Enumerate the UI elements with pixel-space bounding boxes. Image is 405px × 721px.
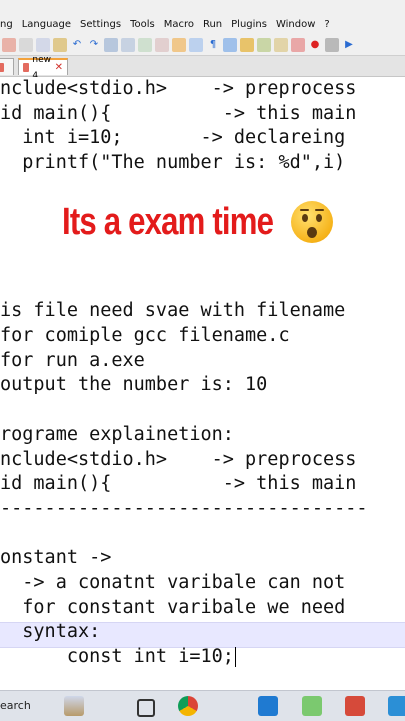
vscode-icon[interactable] [258, 696, 278, 716]
play-icon[interactable]: ▶ [342, 38, 356, 52]
code-line[interactable]: -> a conatnt varibale can not [0, 571, 345, 595]
close-tab-icon[interactable]: ✕ [55, 60, 63, 76]
code-line[interactable]: id main(){ -> this main [0, 472, 356, 496]
menu-item-window[interactable]: Window [276, 18, 315, 32]
record-icon[interactable]: ● [308, 38, 322, 52]
code-line[interactable]: output the number is: 10 [0, 373, 267, 397]
menu-item-encoding[interactable]: ng [0, 18, 13, 32]
menu-item-settings[interactable]: Settings [80, 18, 121, 32]
menu-bar: ng Language Settings Tools Macro Run Plu… [0, 0, 405, 35]
taskbar-search[interactable]: earch [0, 699, 31, 712]
code-line[interactable]: id main(){ -> this main [0, 102, 356, 126]
menu-item-language[interactable]: Language [22, 18, 71, 32]
taskbar: earch [0, 690, 405, 721]
document-map-icon[interactable] [257, 37, 271, 52]
eye-right [316, 214, 323, 222]
code-line[interactable]: is file need svae with filename [0, 299, 345, 323]
code-line[interactable]: printf("The number is: %d",i) [0, 151, 345, 175]
code-line[interactable]: for comiple gcc filename.c [0, 324, 290, 348]
wrap-icon[interactable] [189, 37, 203, 52]
stop-icon[interactable] [325, 37, 339, 52]
brow-right [315, 209, 325, 211]
tab-previous-file[interactable] [0, 58, 14, 75]
cut-icon[interactable] [19, 37, 33, 52]
folder-icon[interactable] [240, 37, 254, 52]
text-caret [234, 647, 236, 668]
code-line[interactable]: syntax: [0, 620, 100, 644]
function-list-icon[interactable] [274, 37, 288, 52]
monitor-icon[interactable] [291, 37, 305, 52]
app-icon-2[interactable] [388, 696, 405, 716]
code-line[interactable]: nclude<stdio.h> -> preprocess [0, 448, 356, 472]
code-line[interactable]: const int i=10; [0, 645, 236, 669]
eye-left [302, 214, 309, 222]
tab-new-4[interactable]: new 4 ✕ [18, 55, 68, 81]
undo-icon[interactable]: ↶ [70, 38, 84, 52]
menu-items: ng Language Settings Tools Macro Run Plu… [0, 18, 330, 32]
file-modified-icon [0, 62, 4, 72]
zoom-out-icon[interactable] [155, 37, 169, 52]
tab-bar: new 4 ✕ [0, 55, 405, 81]
sync-scroll-icon[interactable] [172, 37, 186, 52]
menu-item-tools[interactable]: Tools [130, 18, 155, 32]
app-icon[interactable] [345, 696, 365, 716]
show-all-chars-icon[interactable]: ¶ [206, 38, 220, 52]
paste-icon[interactable] [53, 37, 67, 52]
mouth [307, 227, 318, 238]
code-line[interactable]: --------------------------------- [0, 497, 368, 521]
indent-guide-icon[interactable] [223, 37, 237, 52]
code-line[interactable]: onstant -> [0, 546, 111, 570]
redo-icon[interactable]: ↷ [87, 38, 101, 52]
code-line[interactable]: for constant varibale we need [0, 596, 345, 620]
menu-item-macro[interactable]: Macro [164, 18, 194, 32]
toolbar: ↶ ↷ ¶ ● ▶ [0, 34, 405, 56]
replace-icon[interactable] [121, 37, 135, 52]
caption-text: Its a exam time [62, 200, 274, 243]
code-line[interactable]: for run a.exe [0, 349, 145, 373]
copy-icon[interactable] [36, 37, 50, 52]
menu-item-help[interactable]: ? [324, 18, 329, 32]
find-icon[interactable] [104, 37, 118, 52]
editor-area[interactable]: nclude<stdio.h> -> preprocess id main(){ … [0, 77, 405, 672]
file-modified-icon [23, 63, 30, 72]
code-line[interactable]: rograme explainetion: [0, 423, 234, 447]
task-view-icon[interactable] [137, 699, 155, 717]
close-file-icon[interactable] [2, 37, 16, 52]
menu-item-run[interactable]: Run [203, 18, 222, 32]
caption-overlay: Its a exam time [62, 196, 334, 248]
menu-item-plugins[interactable]: Plugins [231, 18, 267, 32]
code-line[interactable]: nclude<stdio.h> -> preprocess [0, 77, 356, 101]
notepadpp-icon[interactable] [302, 696, 322, 716]
chrome-icon[interactable] [178, 696, 198, 716]
code-line[interactable]: int i=10; -> declareing [0, 126, 345, 150]
astonished-face-icon [291, 201, 334, 243]
desert-widget-icon[interactable] [64, 696, 84, 716]
zoom-in-icon[interactable] [138, 37, 152, 52]
brow-left [300, 209, 310, 211]
